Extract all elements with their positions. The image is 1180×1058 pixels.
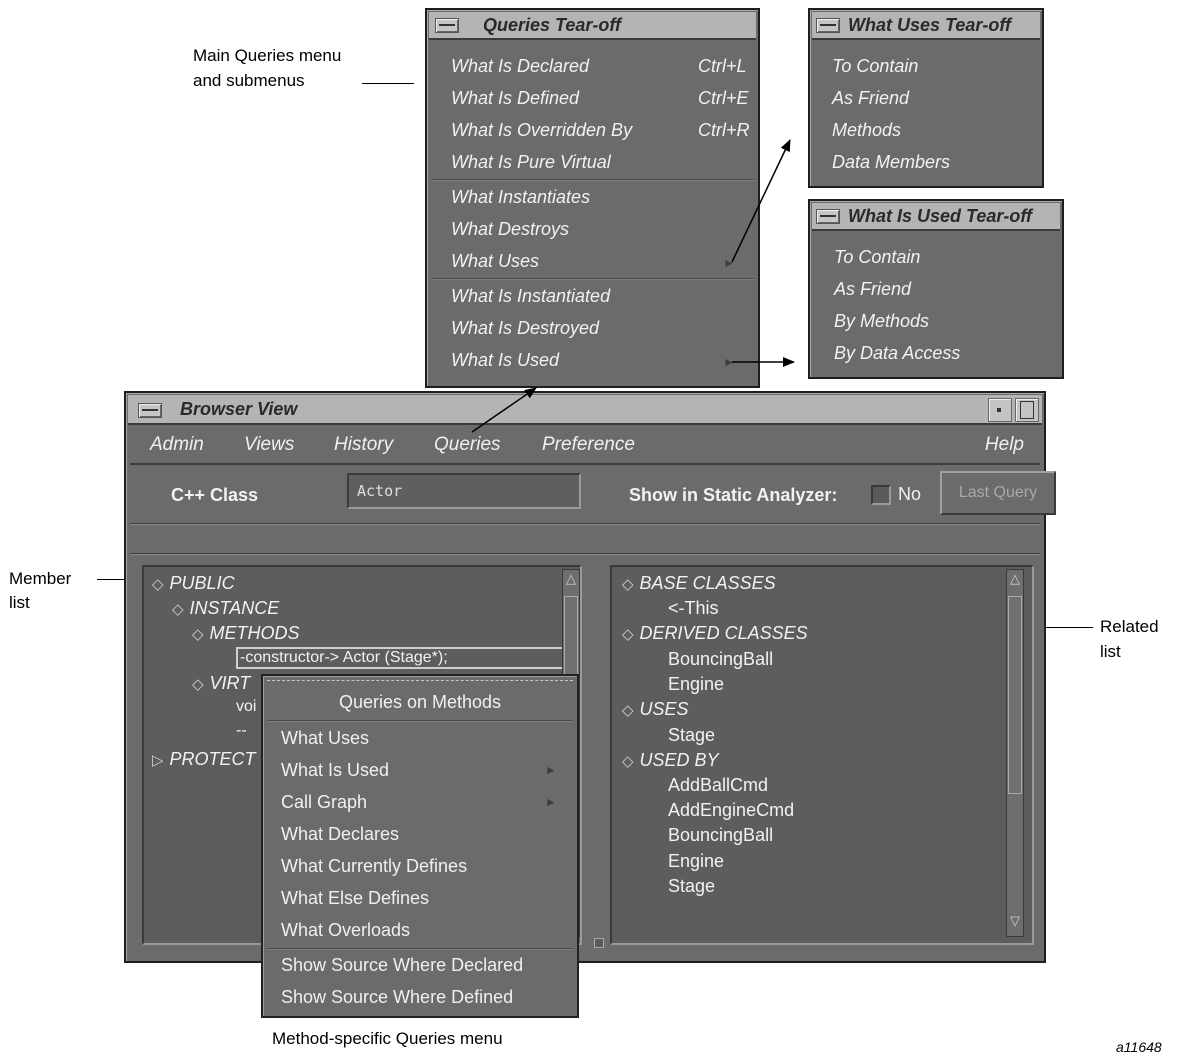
- annotation-arrows: [471, 139, 795, 433]
- arrow-what-uses: [731, 139, 791, 263]
- arrow-queries-menu: [471, 387, 537, 433]
